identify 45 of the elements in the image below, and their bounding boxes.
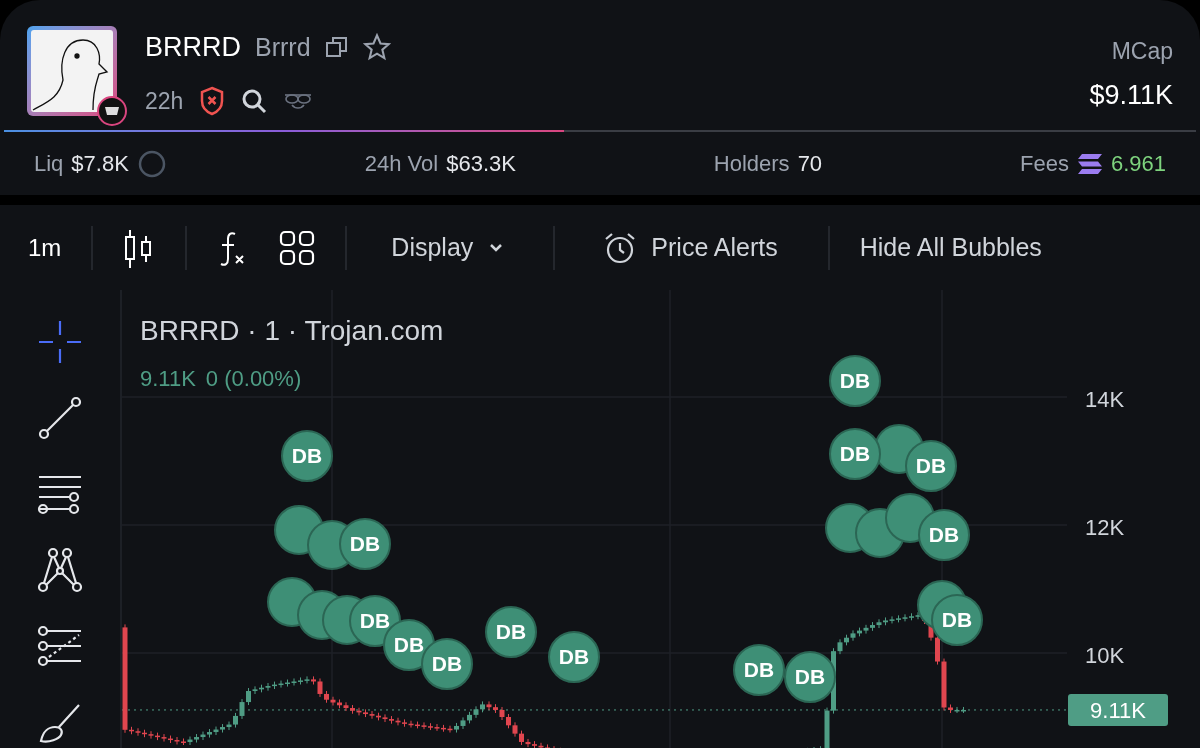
search-icon[interactable] [241,87,268,114]
token-age: 22h [145,86,184,116]
solana-icon [1076,152,1103,175]
stat-label: Liq [34,150,64,178]
chart-legend: BRRRD · 1 · Trojan.com [140,310,444,352]
stat-label: 24h Vol [364,150,439,178]
badge-icon [97,96,127,126]
chevron-down-icon [489,242,504,253]
trade-bubble[interactable]: DB [784,651,836,703]
price-axis-label: 12K [1085,514,1125,542]
circle-icon [136,148,167,179]
trade-bubble[interactable]: DB [339,518,391,570]
trade-bubble[interactable]: DB [548,631,600,683]
display-dropdown[interactable]: Display [391,228,504,267]
hide-bubbles-button[interactable]: Hide All Bubbles [859,228,1042,267]
trade-bubble[interactable]: DB [733,644,785,696]
trade-bubble[interactable]: DB [918,509,970,561]
trade-bubble[interactable]: DB [281,430,333,482]
price-change: 0 (0.00%) [205,365,302,393]
mcap-label: MCap [1111,37,1173,66]
token-symbol: BRRRD [145,31,241,64]
trade-bubble[interactable]: DB [829,355,881,407]
grid-icon[interactable] [279,229,316,266]
stat-value: 6.961 [1110,150,1166,178]
last-price-tag: 9.11K [1068,694,1168,726]
pattern-icon[interactable] [35,545,85,595]
trade-bubble[interactable]: DB [485,606,537,658]
copy-icon[interactable] [324,35,349,60]
trade-bubble[interactable]: DB [931,594,983,646]
interval-button[interactable]: 1m [28,229,62,266]
price-alerts-button[interactable]: Price Alerts [603,228,778,267]
price-axis-label: 14K [1085,386,1125,414]
price-axis-label: 10K [1085,642,1125,670]
trade-bubble[interactable]: DB [829,428,881,480]
star-icon[interactable] [362,33,391,62]
stat-value: $7.8K [71,150,129,178]
stat-label: Holders [713,150,790,178]
token-name: Brrrd [255,31,311,63]
mcap-value: $9.11K [1089,78,1173,112]
stat-label: Fees [1020,150,1069,178]
stat-value: $63.3K [446,150,516,178]
stat-value: 70 [797,150,823,178]
price-value: 9.11K [140,365,196,393]
trade-bubble[interactable]: DB [905,440,957,492]
shield-icon [199,85,226,116]
